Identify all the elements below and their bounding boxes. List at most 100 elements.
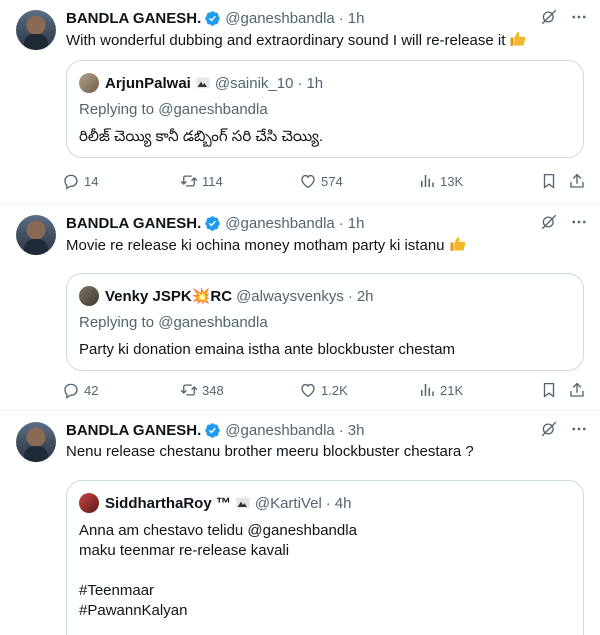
views-icon <box>418 381 436 399</box>
thumbs-up-emoji <box>509 30 527 48</box>
tweet-time[interactable]: 1h <box>348 10 365 27</box>
quote-avatar <box>79 73 99 93</box>
avatar[interactable] <box>16 422 56 462</box>
quote-avatar <box>79 286 99 306</box>
action-bar: 14 114 574 13K <box>58 170 588 192</box>
author-name[interactable]: BANDLA GANESH. <box>66 10 201 27</box>
replying-to: Replying to @ganeshbandla <box>79 314 268 331</box>
tweet[interactable]: BANDLA GANESH. @ganeshbandla · 1h With w… <box>0 0 600 204</box>
retweet-count: 348 <box>202 382 224 398</box>
quote-time: 4h <box>334 494 352 512</box>
verified-badge-icon <box>204 422 221 439</box>
tweet-text: Movie re release ki ochina money motham … <box>66 235 584 256</box>
share-button[interactable] <box>568 381 586 399</box>
reply-button[interactable]: 14 <box>62 172 98 190</box>
grok-icon[interactable] <box>540 420 558 438</box>
grok-icon[interactable] <box>540 213 558 231</box>
tweet-time[interactable]: 3h <box>348 422 365 439</box>
replying-to: Replying to @ganeshbandla <box>79 101 268 118</box>
quoted-tweet[interactable]: Venky JSPK💥RC @alwaysvenkys · 2h Replyin… <box>66 273 584 371</box>
more-icon[interactable] <box>570 8 588 26</box>
separator-dot: · <box>338 421 344 439</box>
views-button[interactable]: 21K <box>418 381 463 399</box>
separator-dot: · <box>297 74 303 92</box>
quote-author: SiddharthaRoy ™ <box>105 494 231 512</box>
avatar[interactable] <box>16 215 56 255</box>
bookmark-icon <box>540 381 558 399</box>
reply-icon <box>62 172 80 190</box>
separator-dot: · <box>338 214 344 232</box>
replying-label: Replying to <box>79 314 155 331</box>
tweet-header: BANDLA GANESH. @ganeshbandla · 1h <box>66 213 588 233</box>
quote-handle: @alwaysvenkys <box>236 287 344 305</box>
more-icon[interactable] <box>570 420 588 438</box>
action-bar: 42 348 1.2K 21K <box>58 379 588 401</box>
like-icon <box>299 172 317 190</box>
author-handle[interactable]: @ganeshbandla <box>225 422 334 439</box>
quote-header: ArjunPalwai @sainik_10 · 1h <box>79 73 323 93</box>
quote-time: 2h <box>356 287 374 305</box>
verified-badge-icon <box>204 10 221 27</box>
replying-mention[interactable]: @ganeshbandla <box>158 314 267 331</box>
tweet[interactable]: BANDLA GANESH. @ganeshbandla · 1h Movie … <box>0 205 600 411</box>
bookmark-button[interactable] <box>540 381 558 399</box>
views-count: 21K <box>440 382 464 398</box>
quote-text: రిలీజ్ చెయ్యి కానీ డబ్బింగ్ సరి చేసి చెయ… <box>79 128 324 145</box>
quote-handle: @KartiVel <box>254 494 322 512</box>
quoted-tweet[interactable]: ArjunPalwai @sainik_10 · 1h Replying to … <box>66 60 584 158</box>
quote-author: ArjunPalwai <box>105 74 191 92</box>
separator-dot: · <box>338 9 344 27</box>
retweet-count: 114 <box>202 173 223 189</box>
tweet-text-content: With wonderful dubbing and extraordinary… <box>66 32 506 49</box>
share-button[interactable] <box>568 172 586 190</box>
tweet-text: With wonderful dubbing and extraordinary… <box>66 30 584 51</box>
quote-text: Party ki donation emaina istha ante bloc… <box>79 341 456 358</box>
quote-avatar <box>79 493 99 513</box>
reply-button[interactable]: 42 <box>62 381 98 399</box>
affiliate-badge-icon <box>235 495 251 511</box>
quote-header: SiddharthaRoy ™ @KartiVel · 4h <box>79 493 351 513</box>
like-count: 1.2K <box>321 382 348 398</box>
tweet[interactable]: BANDLA GANESH. @ganeshbandla · 3h Nenu r… <box>0 412 600 635</box>
separator-dot: · <box>325 494 331 512</box>
reply-count: 42 <box>84 382 99 398</box>
quote-time: 1h <box>306 74 324 92</box>
affiliate-badge-icon <box>195 75 211 91</box>
tweet-text: Nenu release chestanu brother meeru bloc… <box>66 443 474 460</box>
retweet-button[interactable]: 114 <box>180 172 223 190</box>
retweet-button[interactable]: 348 <box>180 381 224 399</box>
quote-author: Venky JSPK💥RC <box>105 288 233 305</box>
quoted-tweet[interactable]: SiddharthaRoy ™ @KartiVel · 4h Anna am c… <box>66 480 584 635</box>
share-icon <box>568 381 586 399</box>
more-icon[interactable] <box>570 213 588 231</box>
reply-icon <box>62 381 80 399</box>
author-name[interactable]: BANDLA GANESH. <box>66 422 201 439</box>
thumbs-up-emoji <box>449 235 467 253</box>
author-handle[interactable]: @ganeshbandla <box>225 10 334 27</box>
like-icon <box>299 381 317 399</box>
quote-header: Venky JSPK💥RC @alwaysvenkys · 2h <box>79 286 374 306</box>
like-button[interactable]: 574 <box>299 172 343 190</box>
like-button[interactable]: 1.2K <box>299 381 348 399</box>
share-icon <box>568 172 586 190</box>
author-handle[interactable]: @ganeshbandla <box>225 215 334 232</box>
reply-count: 14 <box>84 173 99 189</box>
tweet-time[interactable]: 1h <box>348 215 365 232</box>
avatar[interactable] <box>16 10 56 50</box>
quote-text: Anna am chestavo telidu @ganeshbandla ma… <box>79 522 357 619</box>
quote-handle: @sainik_10 <box>214 74 294 92</box>
like-count: 574 <box>321 173 343 189</box>
retweet-icon <box>180 172 198 190</box>
tweet-header: BANDLA GANESH. @ganeshbandla · 1h <box>66 8 588 28</box>
separator-dot: · <box>347 287 353 305</box>
grok-icon[interactable] <box>540 8 558 26</box>
bookmark-button[interactable] <box>540 172 558 190</box>
retweet-icon <box>180 381 198 399</box>
replying-mention[interactable]: @ganeshbandla <box>158 101 267 118</box>
views-button[interactable]: 13K <box>418 172 463 190</box>
tweet-header: BANDLA GANESH. @ganeshbandla · 3h <box>66 420 588 440</box>
author-name[interactable]: BANDLA GANESH. <box>66 215 201 232</box>
tweet-text-content: Movie re release ki ochina money motham … <box>66 237 445 254</box>
bookmark-icon <box>540 172 558 190</box>
replying-label: Replying to <box>79 101 155 118</box>
